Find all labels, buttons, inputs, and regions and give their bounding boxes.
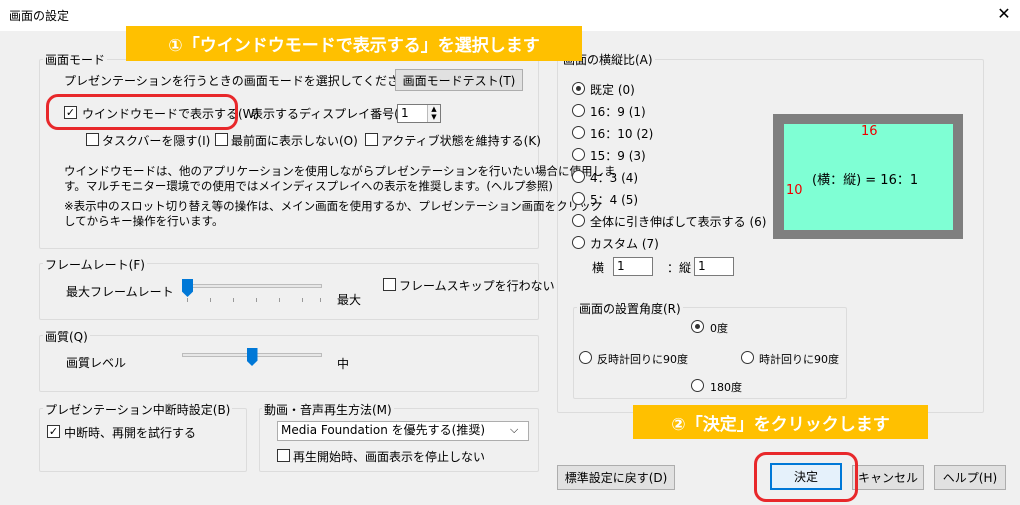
- ok-button-highlight: [754, 452, 858, 502]
- aspect-option-1[interactable]: 16：9 (1): [590, 103, 646, 120]
- frame-rate-tick: [279, 298, 280, 302]
- chevron-down-icon[interactable]: ⌵: [510, 423, 518, 437]
- frame-rate-tick: [302, 298, 303, 302]
- step2-banner: ②「決定」をクリックします: [633, 405, 928, 439]
- aspect-option-6[interactable]: 全体に引き伸ばして表示する (6): [590, 213, 766, 230]
- media-dropdown[interactable]: Media Foundation を優先する(推奨): [277, 421, 529, 441]
- aspect-radio-1[interactable]: [572, 104, 585, 117]
- rotation-legend: 画面の設置角度(R): [577, 300, 683, 317]
- not-topmost-label[interactable]: 最前面に表示しない(O): [231, 132, 358, 149]
- aspect-radio-0[interactable]: [572, 82, 585, 95]
- rotation-180-label[interactable]: 180度: [710, 379, 742, 395]
- max-frame-rate-label: 最大フレームレート: [66, 285, 174, 299]
- aspect-option-7[interactable]: カスタム (7): [590, 235, 659, 252]
- preview-ratio-text: (横：縦) = 16：1: [812, 173, 919, 188]
- keep-active-checkbox[interactable]: [365, 133, 378, 146]
- aspect-radio-4[interactable]: [572, 170, 585, 183]
- frame-rate-track: [182, 284, 322, 288]
- hide-taskbar-label[interactable]: タスクバーを隠す(I): [102, 132, 210, 149]
- stop-display-checkbox[interactable]: [277, 449, 290, 462]
- rotation-radio-ccw90[interactable]: [579, 351, 592, 364]
- quality-mid-label: 中: [337, 357, 350, 371]
- window-mode-highlight: [46, 94, 238, 130]
- frame-skip-label[interactable]: フレームスキップを行わない: [399, 277, 555, 294]
- frame-rate-tick: [233, 298, 234, 302]
- media-legend: 動画・音声再生方法(M): [262, 401, 394, 418]
- screen-mode-test-button[interactable]: 画面モードテスト(T): [395, 69, 523, 91]
- window-mode-note-line2: す。マルチモニター環境での使用ではメインディスプレイへの表示を推奨します。(ヘル…: [64, 179, 553, 193]
- aspect-option-2[interactable]: 16：10 (2): [590, 125, 653, 142]
- aspect-radio-7[interactable]: [572, 236, 585, 249]
- aspect-radio-2[interactable]: [572, 126, 585, 139]
- help-button[interactable]: ヘルプ(H): [934, 465, 1006, 490]
- max-label: 最大: [337, 293, 362, 307]
- custom-width-label: 横: [592, 261, 605, 275]
- keep-active-label[interactable]: アクティブ状態を維持する(K): [381, 132, 541, 149]
- spinner-arrows-icon[interactable]: ▲ ▼: [427, 105, 440, 122]
- rotation-radio-cw90[interactable]: [741, 351, 754, 364]
- rotation-ccw90-label[interactable]: 反時計回りに90度: [597, 351, 688, 367]
- screen-mode-legend: 画面モード: [43, 51, 108, 68]
- retry-checkbox[interactable]: ✓: [47, 425, 60, 438]
- aspect-option-4[interactable]: 4：3 (4): [590, 169, 638, 186]
- preview-top-label: 16: [861, 124, 878, 139]
- rotation-cw90-label[interactable]: 時計回りに90度: [759, 351, 839, 367]
- window-mode-note-line1: ウインドウモードは、他のアプリケーションを使用しながらプレゼンテーションを行いた…: [64, 164, 616, 178]
- window-title: 画面の設定: [9, 9, 70, 23]
- rotation-radio-180[interactable]: [691, 379, 704, 392]
- close-icon[interactable]: ✕: [994, 4, 1014, 24]
- aspect-radio-6[interactable]: [572, 214, 585, 227]
- rotation-0-label[interactable]: 0度: [710, 320, 728, 336]
- not-topmost-checkbox[interactable]: [215, 133, 228, 146]
- preview-left-label: 10: [786, 183, 803, 198]
- custom-height-label: ：縦: [667, 261, 692, 275]
- frame-rate-tick: [256, 298, 257, 302]
- frame-rate-tick: [320, 298, 321, 302]
- hide-taskbar-checkbox[interactable]: [86, 133, 99, 146]
- aspect-option-5[interactable]: 5：4 (5): [590, 191, 638, 208]
- aspect-option-0[interactable]: 既定 (0): [590, 81, 635, 98]
- retry-label[interactable]: 中断時、再開を試行する: [64, 424, 196, 441]
- quality-legend: 画質(Q): [43, 328, 90, 345]
- custom-height-field[interactable]: 1: [694, 257, 734, 276]
- aspect-radio-3[interactable]: [572, 148, 585, 161]
- aspect-option-3[interactable]: 15：9 (3): [590, 147, 646, 164]
- aspect-radio-5[interactable]: [572, 192, 585, 205]
- cancel-button[interactable]: キャンセル: [852, 465, 924, 490]
- interrupt-legend: プレゼンテーション中断時設定(B): [43, 401, 233, 418]
- reset-defaults-button[interactable]: 標準設定に戻す(D): [557, 465, 675, 490]
- operation-note-line1: ※表示中のスロット切り替え等の操作は、メイン画面を使用するか、プレゼンテーション…: [64, 199, 603, 213]
- stop-display-label[interactable]: 再生開始時、画面表示を停止しない: [293, 448, 485, 465]
- rotation-radio-0[interactable]: [691, 320, 704, 333]
- screen-mode-description: プレゼンテーションを行うときの画面モードを選択してください: [64, 74, 412, 88]
- custom-width-field[interactable]: 1: [613, 257, 653, 276]
- quality-level-label: 画質レベル: [66, 356, 127, 370]
- display-number-label: 表示するディスプレイ番号(N): [251, 107, 413, 121]
- step1-banner: ①「ウインドウモードで表示する」を選択します: [126, 26, 582, 61]
- operation-note-line2: してからキー操作を行います。: [64, 214, 224, 228]
- frame-rate-tick: [210, 298, 211, 302]
- frame-rate-tick: [187, 298, 188, 302]
- frame-rate-legend: フレームレート(F): [43, 256, 147, 273]
- frame-skip-checkbox[interactable]: [383, 278, 396, 291]
